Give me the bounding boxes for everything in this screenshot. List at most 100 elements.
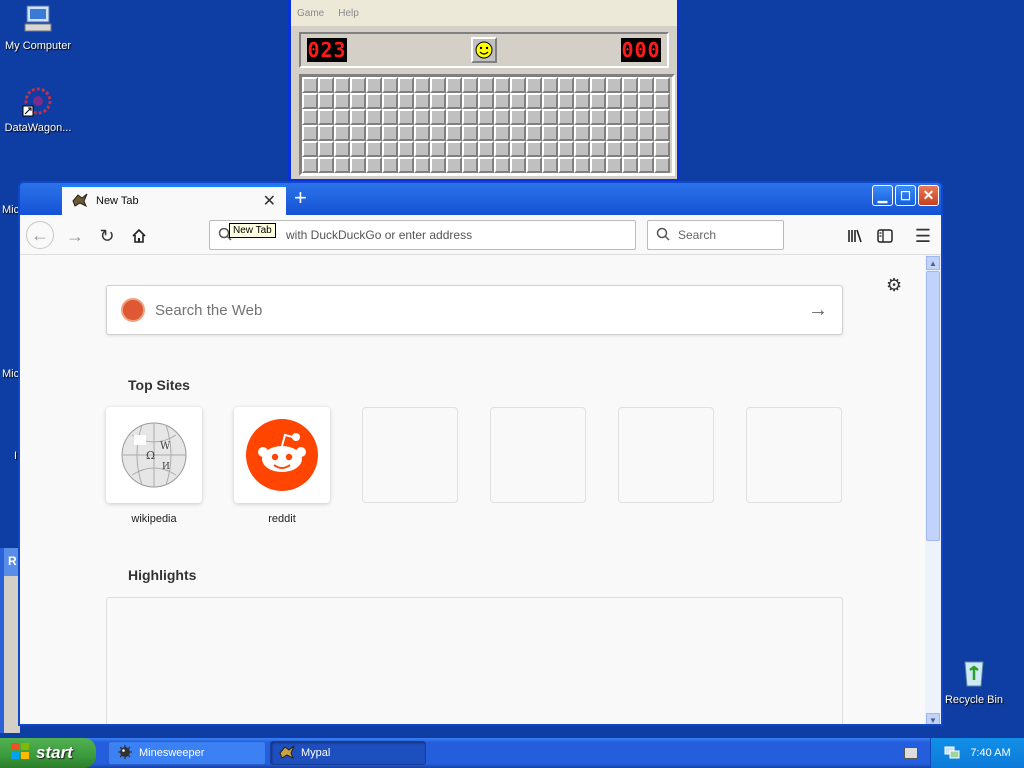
mine-cell[interactable] [654,109,670,125]
taskbar-item-mypal[interactable]: Mypal [270,741,426,765]
mine-cell[interactable] [398,141,414,157]
mine-cell[interactable] [638,109,654,125]
mine-cell[interactable] [462,141,478,157]
mine-cell[interactable] [542,157,558,173]
mine-cell[interactable] [414,141,430,157]
mine-cell[interactable] [334,157,350,173]
mine-cell[interactable] [526,141,542,157]
top-site-tile-empty[interactable] [490,407,586,525]
mine-cell[interactable] [414,93,430,109]
mine-cell[interactable] [590,77,606,93]
mine-cell[interactable] [430,93,446,109]
top-site-tile-empty[interactable] [362,407,458,525]
mine-cell[interactable] [334,125,350,141]
sidebar-icon[interactable] [872,223,898,249]
mine-cell[interactable] [494,77,510,93]
mine-cell[interactable] [318,157,334,173]
mine-cell[interactable] [302,77,318,93]
mine-cell[interactable] [574,141,590,157]
mine-cell[interactable] [574,109,590,125]
mine-cell[interactable] [478,93,494,109]
mine-cell[interactable] [430,125,446,141]
mine-cell[interactable] [366,93,382,109]
mine-cell[interactable] [494,157,510,173]
library-icon[interactable] [842,223,868,249]
mine-cell[interactable] [526,109,542,125]
mine-cell[interactable] [622,125,638,141]
mine-cell[interactable] [558,93,574,109]
mine-cell[interactable] [478,141,494,157]
mine-cell[interactable] [654,77,670,93]
mine-cell[interactable] [622,93,638,109]
mine-cell[interactable] [382,125,398,141]
arrow-right-icon[interactable]: → [808,299,828,322]
home-icon[interactable] [126,223,152,249]
close-button[interactable]: ✕ [918,185,939,206]
mine-cell[interactable] [382,157,398,173]
clock[interactable]: 7:40 AM [970,747,1010,759]
mine-cell[interactable] [446,93,462,109]
mine-cell[interactable] [398,93,414,109]
scroll-up-arrow-icon[interactable]: ▲ [926,256,940,270]
mine-cell[interactable] [318,141,334,157]
mine-cell[interactable] [430,141,446,157]
mine-cell[interactable] [654,157,670,173]
tab-new-tab[interactable]: New Tab ✕ [62,185,286,215]
vertical-scrollbar[interactable]: ▲ ▼ [925,255,941,724]
mine-cell[interactable] [606,77,622,93]
mine-cell[interactable] [446,141,462,157]
mine-cell[interactable] [526,77,542,93]
mine-cell[interactable] [590,141,606,157]
web-search-box[interactable]: Search the Web → [106,285,843,335]
mine-cell[interactable] [414,109,430,125]
back-arrow-icon[interactable]: ← [26,221,54,249]
mine-cell[interactable] [350,157,366,173]
mine-cell[interactable] [382,93,398,109]
mine-cell[interactable] [638,93,654,109]
top-site-tile-empty[interactable] [746,407,842,525]
mine-cell[interactable] [462,109,478,125]
mine-cell[interactable] [414,157,430,173]
mine-cell[interactable] [302,93,318,109]
mine-cell[interactable] [366,157,382,173]
mine-cell[interactable] [478,157,494,173]
desktop-icon-partial-label[interactable]: I [14,450,17,462]
mine-cell[interactable] [446,125,462,141]
mine-cell[interactable] [462,77,478,93]
mine-cell[interactable] [654,125,670,141]
mine-cell[interactable] [574,125,590,141]
mine-cell[interactable] [606,109,622,125]
mine-cell[interactable] [446,77,462,93]
mine-cell[interactable] [542,109,558,125]
mine-cell[interactable] [334,77,350,93]
mine-cell[interactable] [366,125,382,141]
mine-cell[interactable] [494,93,510,109]
mine-cell[interactable] [350,125,366,141]
mine-cell[interactable] [606,141,622,157]
mine-cell[interactable] [318,109,334,125]
mine-cell[interactable] [526,157,542,173]
mine-cell[interactable] [478,77,494,93]
partial-background-window[interactable]: R [0,548,20,733]
start-button[interactable]: start [0,738,96,768]
mine-cell[interactable] [574,157,590,173]
maximize-button[interactable]: ☐ [895,185,916,206]
smiley-face-button[interactable] [471,37,497,63]
mine-cell[interactable] [574,77,590,93]
mine-cell[interactable] [334,93,350,109]
mine-cell[interactable] [606,157,622,173]
scroll-down-arrow-icon[interactable]: ▼ [926,713,940,724]
mine-cell[interactable] [542,125,558,141]
mine-cell[interactable] [382,141,398,157]
mine-cell[interactable] [638,157,654,173]
network-icon[interactable] [944,744,960,763]
mine-cell[interactable] [542,77,558,93]
mine-cell[interactable] [462,157,478,173]
taskbar-item-minesweeper[interactable]: Minesweeper [108,741,266,765]
mine-cell[interactable] [558,157,574,173]
mine-cell[interactable] [574,93,590,109]
mine-cell[interactable] [542,93,558,109]
mine-cell[interactable] [622,157,638,173]
mine-cell[interactable] [318,77,334,93]
mine-cell[interactable] [558,77,574,93]
